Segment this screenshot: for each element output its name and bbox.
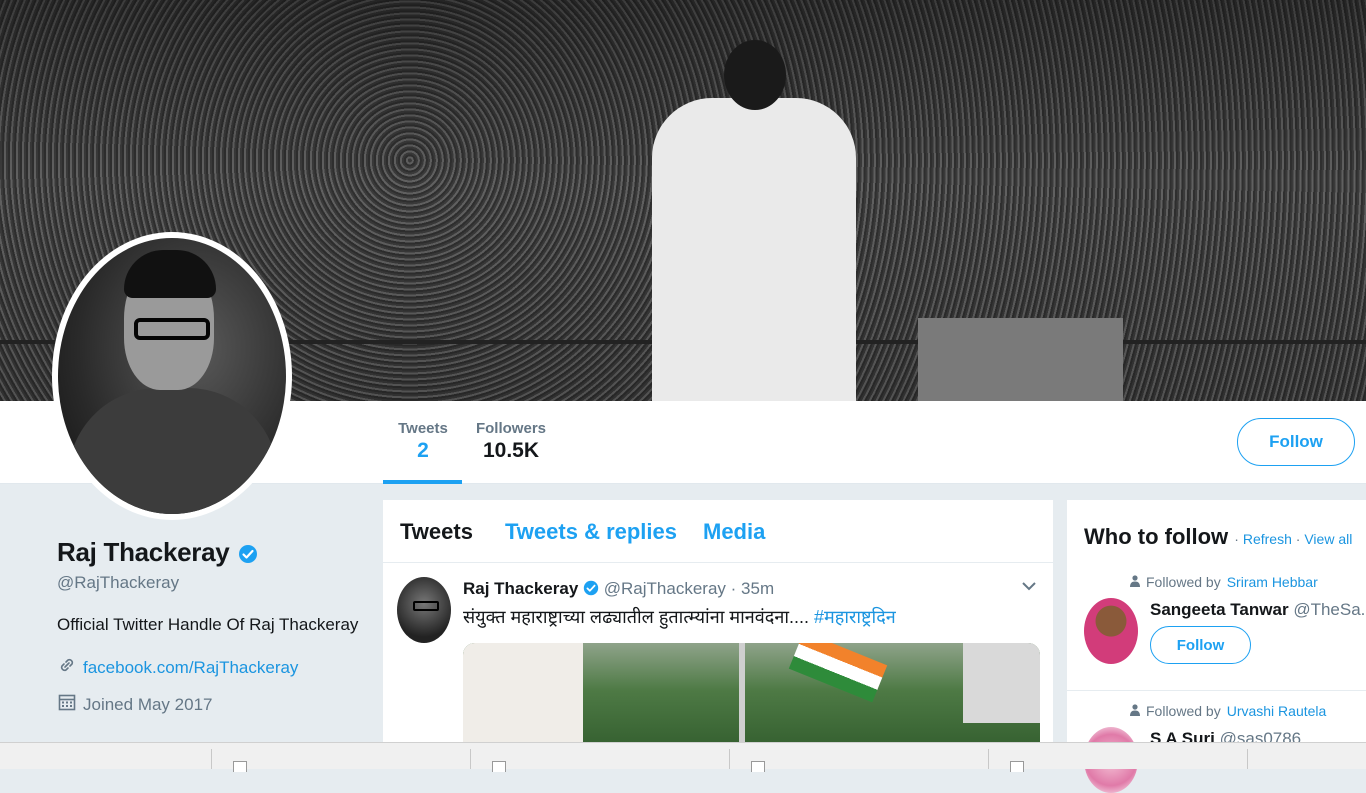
verified-badge-icon: [583, 580, 599, 601]
wtf-separator: ·: [1295, 531, 1301, 547]
calendar-icon: [57, 692, 77, 717]
tweet-body: संयुक्त महाराष्ट्राच्या लढ्यातील हुतात्म…: [463, 607, 815, 627]
file-icon[interactable]: [1010, 761, 1024, 772]
tab-tweets-and-replies[interactable]: Tweets & replies: [505, 519, 677, 545]
stat-followers-label: Followers: [475, 420, 546, 437]
profile-joined-date: Joined May 2017: [83, 694, 213, 714]
who-to-follow-title: Who to follow: [1084, 524, 1229, 549]
refresh-link[interactable]: Refresh: [1243, 531, 1292, 547]
profile-name[interactable]: Raj Thackeray: [57, 537, 230, 568]
bottom-bar-divider: [470, 749, 471, 769]
stat-tweets-value: 2: [417, 439, 429, 462]
suggestion-context-label: Followed by: [1146, 703, 1221, 719]
suggestion-avatar[interactable]: [1084, 598, 1138, 664]
file-icon[interactable]: [492, 761, 506, 772]
file-icon[interactable]: [751, 761, 765, 772]
bottom-bar-divider: [729, 749, 730, 769]
suggestion-name[interactable]: Sangeeta Tanwar: [1150, 600, 1289, 619]
tweet-author-avatar[interactable]: [397, 577, 451, 643]
view-all-link[interactable]: View all: [1304, 531, 1352, 547]
tab-media[interactable]: Media: [703, 519, 765, 545]
wtf-separator: ·: [1234, 531, 1239, 547]
who-to-follow-panel: Who to follow · Refresh · View all Follo…: [1067, 500, 1366, 793]
suggestion-context-label: Followed by: [1146, 574, 1221, 590]
banner-podium: [918, 318, 1123, 401]
suggestion-context-user[interactable]: Urvashi Rautela: [1227, 703, 1327, 719]
bottom-bar-divider: [211, 749, 212, 769]
stat-followers-value: 10.5K: [482, 439, 540, 462]
link-icon: [57, 655, 77, 680]
person-icon: [1130, 574, 1140, 590]
tweet-item[interactable]: Raj Thackeray @RajThackeray · 35m संयुक्…: [383, 563, 1053, 761]
tweet-hashtag[interactable]: #महाराष्ट्रदिन: [814, 607, 896, 627]
timeline: Tweets Tweets & replies Media Raj Thacke…: [383, 500, 1053, 761]
suggestion-context-user[interactable]: Sriram Hebbar: [1227, 574, 1318, 590]
timeline-tabs: Tweets Tweets & replies Media: [383, 500, 1053, 563]
file-icon[interactable]: [233, 761, 247, 772]
person-icon: [1130, 703, 1140, 719]
follow-button[interactable]: Follow: [1237, 418, 1355, 466]
chevron-down-icon[interactable]: [1021, 579, 1037, 597]
stat-tweets-label: Tweets: [398, 420, 448, 437]
profile-website-link[interactable]: facebook.com/RajThackeray: [83, 658, 298, 678]
suggestion-context: Followed by Sriram Hebbar: [1130, 574, 1318, 590]
tab-tweets[interactable]: Tweets: [400, 519, 473, 545]
suggestion-name-row: Sangeeta Tanwar @TheSa...: [1150, 600, 1366, 620]
profile-bio: Official Twitter Handle Of Raj Thackeray: [57, 615, 359, 635]
stat-tweets[interactable]: Tweets 2: [386, 420, 460, 463]
suggestion-handle[interactable]: @TheSa...: [1293, 600, 1366, 619]
bottom-bar-divider: [1247, 749, 1248, 769]
active-stat-indicator: [383, 480, 462, 484]
tweet-separator: ·: [730, 579, 737, 598]
verified-badge-icon: [238, 544, 258, 569]
profile-card: Raj Thackeray @RajThackeray Official Twi…: [57, 537, 377, 717]
tweet-text: संयुक्त महाराष्ट्राच्या लढ्यातील हुतात्म…: [463, 605, 896, 629]
bottom-bar: [0, 742, 1366, 772]
suggestion-follow-button[interactable]: Follow: [1150, 626, 1251, 664]
tweet-author-handle[interactable]: @RajThackeray: [604, 579, 726, 598]
who-to-follow-header: Who to follow · Refresh · View all: [1084, 524, 1352, 550]
stat-followers[interactable]: Followers 10.5K: [470, 420, 552, 463]
profile-avatar[interactable]: [52, 232, 292, 520]
banner-speaker: [652, 40, 856, 401]
bottom-bar-divider: [988, 749, 989, 769]
tweet-header: Raj Thackeray @RajThackeray · 35m: [463, 579, 774, 601]
follow-suggestion: Followed by Urvashi Rautela S A Suri @sa…: [1067, 690, 1366, 793]
suggestion-context: Followed by Urvashi Rautela: [1130, 703, 1326, 719]
tweet-timestamp[interactable]: 35m: [741, 579, 774, 598]
profile-handle[interactable]: @RajThackeray: [57, 573, 377, 593]
tweet-author-name[interactable]: Raj Thackeray: [463, 579, 578, 598]
